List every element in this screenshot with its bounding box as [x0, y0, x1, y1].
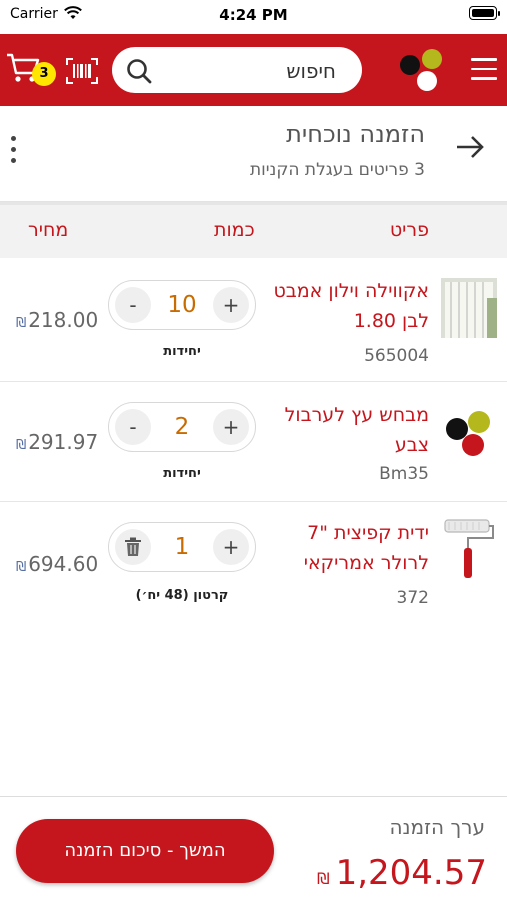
paint-roller-icon [441, 518, 497, 578]
column-item: פריט [389, 219, 429, 241]
battery-icon [469, 6, 500, 20]
decrease-button[interactable]: - [115, 409, 151, 445]
shower-curtain-icon [441, 278, 497, 338]
unit-label[interactable]: יחידות [108, 344, 256, 359]
item-name[interactable]: מבחש עץ לערבול צבע [259, 400, 429, 460]
price-value: 218.00 [28, 308, 99, 332]
column-quantity: כמות [214, 219, 255, 241]
search-icon [127, 59, 152, 84]
order-footer: המשך - סיכום הזמנה ערך הזמנה ₪ 1,204.57 [0, 796, 507, 900]
more-options-icon[interactable] [10, 136, 18, 166]
clock: 4:24 PM [219, 6, 288, 24]
search-placeholder: חיפוש [286, 59, 336, 83]
checkout-button[interactable]: המשך - סיכום הזמנה [16, 819, 274, 883]
quantity-value[interactable]: 10 [153, 292, 211, 318]
barcode-scan-button[interactable] [66, 58, 98, 84]
increase-button[interactable]: + [213, 529, 249, 565]
item-name[interactable]: אקווילה וילון אמבט לבן 1.80 [259, 276, 429, 336]
item-price: ₪ 694.60 [16, 552, 98, 576]
unit-label[interactable]: יחידות [108, 466, 256, 481]
currency-symbol: ₪ [317, 869, 330, 888]
item-price: ₪ 291.97 [16, 430, 98, 454]
increase-button[interactable]: + [213, 409, 249, 445]
cart-screen: Carrier 4:24 PM 3 חיפוש הזמנה נוכחית 3 פ… [0, 0, 507, 900]
cart-item-count: 3 פריטים בעגלת הקניות [249, 160, 425, 180]
hamburger-menu-icon[interactable] [471, 58, 497, 80]
increase-button[interactable]: + [213, 287, 249, 323]
trash-icon [125, 537, 141, 556]
currency-symbol: ₪ [16, 560, 27, 575]
quantity-value[interactable]: 2 [153, 414, 211, 440]
app-header: 3 חיפוש [0, 34, 507, 106]
currency-symbol: ₪ [16, 316, 27, 331]
item-code: 372 [396, 588, 429, 608]
order-header: הזמנה נוכחית 3 פריטים בעגלת הקניות [0, 106, 507, 202]
search-input[interactable]: חיפוש [112, 47, 362, 93]
quantity-stepper: - 2 + [108, 402, 256, 452]
currency-symbol: ₪ [16, 438, 27, 453]
barcode-scan-icon [66, 58, 98, 84]
quantity-value[interactable]: 1 [153, 534, 211, 560]
quantity-stepper: - 10 + [108, 280, 256, 330]
cart-row[interactable]: מבחש עץ לערבול צבע Bm35 - 2 + יחידות ₪ 29… [0, 382, 507, 502]
price-value: 694.60 [28, 552, 99, 576]
back-arrow-icon[interactable] [455, 132, 485, 162]
order-total-value: 1,204.57 [335, 853, 487, 893]
item-code: 565004 [364, 346, 429, 366]
cart-button[interactable]: 3 [6, 52, 56, 88]
column-price: מחיר [28, 219, 69, 241]
status-bar: Carrier 4:24 PM [0, 0, 507, 34]
cart-row[interactable]: ידית קפיצית "7 לרולר אמריקאי 372 1 + קרט… [0, 502, 507, 624]
page-title: הזמנה נוכחית [286, 120, 425, 148]
table-header: פריט כמות מחיר [0, 202, 507, 258]
delete-item-button[interactable] [115, 529, 151, 565]
decrease-button[interactable]: - [115, 287, 151, 323]
brand-logo-icon [441, 404, 497, 464]
order-total-label: ערך הזמנה [389, 815, 485, 839]
price-value: 291.97 [28, 430, 99, 454]
cart-row[interactable]: אקווילה וילון אמבט לבן 1.80 565004 - 10 … [0, 258, 507, 382]
quantity-stepper: 1 + [108, 522, 256, 572]
order-total: ₪ 1,204.57 [317, 853, 487, 893]
item-price: ₪ 218.00 [16, 308, 98, 332]
unit-label[interactable]: קרטון (48 יח׳) [108, 588, 256, 603]
cart-count-badge: 3 [32, 62, 56, 86]
brand-logo-icon[interactable] [398, 48, 444, 92]
item-code: Bm35 [379, 464, 429, 484]
item-name[interactable]: ידית קפיצית "7 לרולר אמריקאי [259, 518, 429, 578]
